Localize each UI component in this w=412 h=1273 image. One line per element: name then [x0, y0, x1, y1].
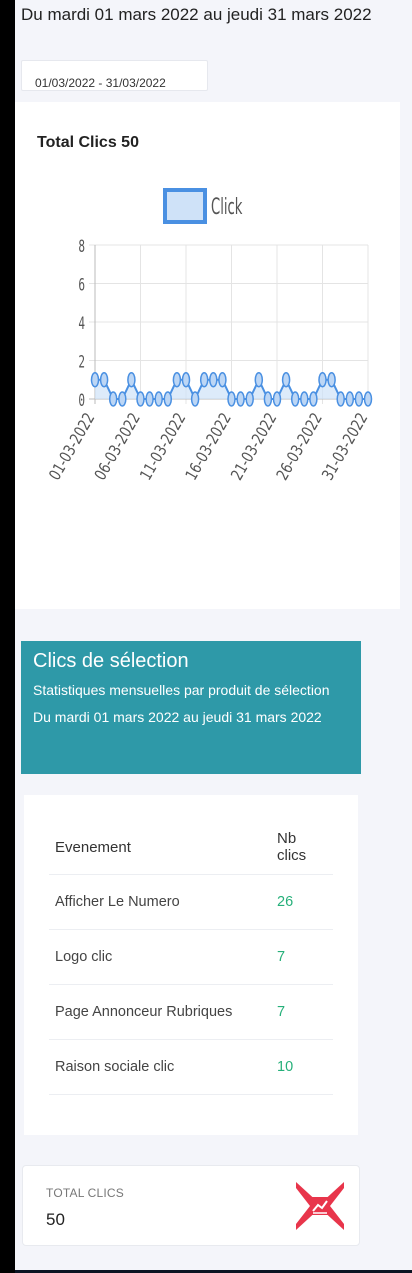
left-edge-bar	[0, 0, 15, 1273]
data-point	[290, 391, 300, 407]
data-point	[218, 372, 227, 388]
page-title: Du mardi 01 mars 2022 au jeudi 31 mars 2…	[21, 5, 372, 24]
data-point	[108, 391, 118, 407]
data-point	[127, 372, 136, 388]
event-name: Afficher Le Numero	[49, 874, 271, 930]
selection-subtitle: Statistiques mensuelles par produit de s…	[33, 682, 330, 725]
data-point	[154, 391, 163, 407]
data-point	[354, 391, 364, 407]
data-point	[199, 372, 209, 388]
data-point	[99, 372, 109, 388]
chart-trend-icon	[296, 1182, 344, 1230]
table-header-row: Evenement Nb clics	[49, 820, 333, 875]
event-name: Page Annonceur Rubriques	[49, 984, 271, 1040]
table-row: Page Annonceur Rubriques 7	[49, 984, 333, 1040]
chart-card: Total Clics 50 0 2 4 6 8 01-03-2022 06-03-2022…	[15, 102, 400, 609]
data-point	[90, 372, 100, 388]
selection-banner: Clics de sélection Statistiques mensuell…	[21, 641, 361, 774]
data-point	[245, 391, 254, 407]
data-point	[309, 391, 318, 407]
data-point	[145, 391, 154, 407]
total-clicks-value: 50	[46, 1210, 65, 1229]
legend-swatch	[163, 188, 207, 224]
x-tick-label: 26-03-2022	[274, 410, 326, 483]
data-point	[227, 391, 236, 407]
selection-title: Clics de sélection	[33, 650, 189, 672]
event-name: Raison sociale clic	[49, 1039, 271, 1095]
data-point	[272, 391, 282, 407]
table-row: Logo clic 7	[49, 929, 333, 985]
total-clicks-card: TOTAL CLICS 50	[22, 1165, 360, 1246]
y-tick-label: 6	[78, 276, 85, 295]
data-point	[136, 391, 145, 407]
data-point	[209, 372, 218, 388]
data-point	[236, 391, 245, 407]
header-nb-clics: Nb clics	[271, 820, 333, 875]
stats-table: Evenement Nb clics Afficher Le Numero 26…	[49, 820, 333, 1095]
data-point	[318, 372, 327, 388]
data-point	[190, 391, 200, 407]
data-point	[172, 372, 182, 388]
x-tick-label: 16-03-2022	[183, 410, 235, 483]
data-point	[345, 391, 355, 407]
x-tick-label: 01-03-2022	[46, 410, 98, 483]
y-tick-label: 2	[78, 353, 85, 372]
clicks-line-chart: 0 2 4 6 8 01-03-202206-03-202211-03-202216-03…	[46, 188, 373, 484]
data-point	[300, 391, 309, 407]
data-point	[263, 391, 273, 407]
y-tick-label: 8	[78, 238, 85, 257]
data-point	[363, 391, 373, 407]
data-point	[281, 372, 291, 388]
x-tick-label: 31-03-2022	[319, 410, 371, 483]
event-name: Logo clic	[49, 929, 271, 985]
header-evenement: Evenement	[49, 820, 271, 875]
data-point	[181, 372, 191, 388]
data-point	[163, 391, 173, 407]
total-clicks-label: TOTAL CLICS	[46, 1186, 124, 1200]
x-tick-label: 06-03-2022	[92, 410, 144, 483]
data-point	[327, 372, 336, 388]
data-point	[118, 391, 127, 407]
event-clicks: 7	[271, 984, 333, 1040]
data-point	[254, 372, 264, 388]
event-clicks: 26	[271, 874, 333, 930]
x-tick-label: 21-03-2022	[228, 410, 280, 483]
legend-label: Click	[211, 195, 243, 220]
event-clicks: 10	[271, 1039, 333, 1095]
date-range-picker[interactable]: 01/03/2022 - 31/03/2022	[21, 60, 208, 91]
x-tick-label: 11-03-2022	[137, 410, 189, 483]
event-clicks: 7	[271, 929, 333, 985]
table-row: Afficher Le Numero 26	[49, 874, 333, 930]
stats-table-card: Evenement Nb clics Afficher Le Numero 26…	[24, 795, 358, 1135]
data-point	[336, 391, 345, 407]
y-tick-label: 0	[78, 392, 85, 411]
table-row: Raison sociale clic 10	[49, 1039, 333, 1095]
y-tick-label: 4	[78, 315, 85, 334]
